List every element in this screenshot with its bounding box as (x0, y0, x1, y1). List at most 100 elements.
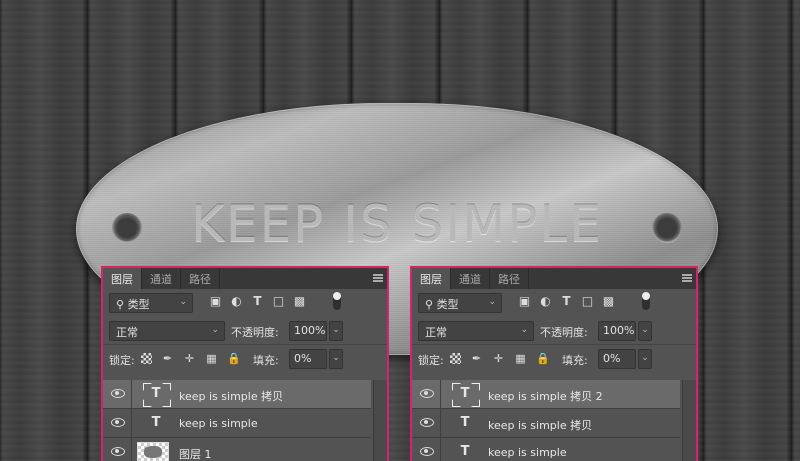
filter-toggle[interactable] (642, 292, 650, 310)
visibility-toggle[interactable] (412, 380, 441, 408)
tab-channels[interactable]: 通道 (451, 268, 490, 289)
eye-icon (111, 447, 125, 456)
visibility-toggle[interactable] (412, 438, 441, 461)
lock-transparent-icon[interactable] (141, 353, 152, 364)
lock-transparent-icon[interactable] (450, 353, 461, 364)
filter-type-dropdown[interactable]: ⚲ 类型 ⌄ (109, 293, 193, 313)
lock-image-icon[interactable]: ✒ (161, 352, 174, 365)
filter-row: ⚲ 类型 ⌄ ▣ ◐ T □ ▩ (412, 289, 696, 317)
opacity-field[interactable]: 100% (289, 321, 327, 341)
blend-row: 正常 ⌄ 不透明度: 100% ⌄ (103, 317, 387, 345)
chevron-down-icon: ⌄ (520, 325, 528, 335)
lock-position-icon[interactable]: ✛ (183, 352, 196, 365)
opacity-chevron-icon[interactable]: ⌄ (329, 321, 343, 341)
filter-type-dropdown[interactable]: ⚲ 类型 ⌄ (418, 293, 502, 313)
lock-icons: ✒ ✛ ▦ 🔒 (141, 352, 241, 365)
tab-channels[interactable]: 通道 (142, 268, 181, 289)
layer-name: keep is simple 拷贝 (488, 419, 593, 432)
filter-type-label: 类型 (127, 298, 150, 311)
layer-row[interactable]: T keep is simple 拷贝 (103, 380, 371, 409)
fill-field[interactable]: 0% (598, 349, 636, 369)
layers-scrollbar[interactable] (682, 380, 696, 461)
layer-row[interactable]: T keep is simple 拷贝 (412, 409, 680, 438)
tab-layers[interactable]: 图层 (412, 268, 451, 289)
lock-image-icon[interactable]: ✒ (470, 352, 483, 365)
text-layer-thumbnail-icon: T (151, 415, 161, 430)
adjustment-filter-icon[interactable]: ◐ (539, 295, 552, 308)
lock-icons: ✒ ✛ ▦ 🔒 (450, 352, 550, 365)
shape-filter-icon[interactable]: □ (272, 295, 285, 308)
image-layer-thumbnail (137, 442, 169, 461)
layer-row[interactable]: T keep is simple (103, 409, 371, 438)
eye-icon (111, 389, 125, 398)
filter-icons: ▣ ◐ T □ ▩ (518, 295, 615, 308)
fill-chevron-icon[interactable]: ⌄ (329, 349, 343, 369)
layer-row[interactable]: 图层 1 (103, 438, 371, 461)
opacity-label: 不透明度: (231, 326, 279, 339)
blend-mode-dropdown[interactable]: 正常 ⌄ (418, 321, 534, 341)
lock-position-icon[interactable]: ✛ (492, 352, 505, 365)
blend-mode-dropdown[interactable]: 正常 ⌄ (109, 321, 225, 341)
layer-row[interactable]: T keep is simple (412, 438, 680, 461)
layer-name: keep is simple (179, 417, 258, 430)
layer-name: 图层 1 (179, 448, 212, 461)
layers-panel-left: 图层 通道 路径 ⚲ 类型 ⌄ ▣ ◐ T □ ▩ 正常 ⌄ 不透明度: 100… (101, 266, 389, 461)
fill-field[interactable]: 0% (289, 349, 327, 369)
filter-type-label: 类型 (436, 298, 459, 311)
fill-chevron-icon[interactable]: ⌄ (638, 349, 652, 369)
search-icon: ⚲ (116, 298, 128, 311)
chevron-down-icon: ⌄ (179, 297, 187, 307)
panel-menu-icon[interactable] (373, 274, 383, 282)
opacity-chevron-icon[interactable]: ⌄ (638, 321, 652, 341)
text-layer-thumbnail-icon: T (460, 444, 470, 459)
text-layer-thumbnail-icon: T (452, 383, 478, 405)
lock-all-icon[interactable]: 🔒 (536, 352, 550, 365)
smart-object-filter-icon[interactable]: ▩ (293, 295, 306, 308)
blend-row: 正常 ⌄ 不透明度: 100% ⌄ (412, 317, 696, 345)
image-filter-icon[interactable]: ▣ (209, 295, 222, 308)
eye-icon (420, 418, 434, 427)
panel-menu-icon[interactable] (682, 274, 692, 282)
visibility-toggle[interactable] (103, 380, 132, 408)
visibility-toggle[interactable] (412, 409, 441, 437)
type-filter-icon[interactable]: T (251, 295, 264, 308)
opacity-label: 不透明度: (540, 326, 588, 339)
layer-name: keep is simple 拷贝 2 (488, 390, 603, 403)
lock-all-icon[interactable]: 🔒 (227, 352, 241, 365)
tab-layers[interactable]: 图层 (103, 268, 142, 289)
type-filter-icon[interactable]: T (560, 295, 573, 308)
filter-row: ⚲ 类型 ⌄ ▣ ◐ T □ ▩ (103, 289, 387, 317)
layers-list: T keep is simple 拷贝 T keep is simple 图层 … (103, 380, 371, 461)
filter-toggle[interactable] (333, 292, 341, 310)
visibility-toggle[interactable] (103, 409, 132, 437)
opacity-field[interactable]: 100% (598, 321, 636, 341)
fill-label: 填充: (253, 354, 279, 367)
tab-paths[interactable]: 路径 (490, 268, 529, 289)
eye-icon (111, 418, 125, 427)
panel-tabs: 图层 通道 路径 (103, 268, 387, 289)
tab-paths[interactable]: 路径 (181, 268, 220, 289)
blend-mode-value: 正常 (116, 326, 138, 339)
adjustment-filter-icon[interactable]: ◐ (230, 295, 243, 308)
chevron-down-icon: ⌄ (488, 297, 496, 307)
layers-panel-right: 图层 通道 路径 ⚲ 类型 ⌄ ▣ ◐ T □ ▩ 正常 ⌄ 不透明度: 100… (410, 266, 698, 461)
lock-label: 锁定: (109, 354, 135, 367)
smart-object-filter-icon[interactable]: ▩ (602, 295, 615, 308)
panel-tabs: 图层 通道 路径 (412, 268, 696, 289)
lock-row: 锁定: ✒ ✛ ▦ 🔒 填充: 0% ⌄ (412, 345, 696, 373)
lock-artboard-icon[interactable]: ▦ (514, 352, 527, 365)
layers-scrollbar[interactable] (373, 380, 387, 461)
visibility-toggle[interactable] (103, 438, 132, 461)
text-layer-thumbnail-icon: T (460, 415, 470, 430)
shape-filter-icon[interactable]: □ (581, 295, 594, 308)
layer-name: keep is simple 拷贝 (179, 390, 284, 403)
lock-row: 锁定: ✒ ✛ ▦ 🔒 填充: 0% ⌄ (103, 345, 387, 373)
filter-icons: ▣ ◐ T □ ▩ (209, 295, 306, 308)
lock-artboard-icon[interactable]: ▦ (205, 352, 218, 365)
layer-name: keep is simple (488, 446, 567, 459)
image-filter-icon[interactable]: ▣ (518, 295, 531, 308)
fill-label: 填充: (562, 354, 588, 367)
chevron-down-icon: ⌄ (211, 325, 219, 335)
eye-icon (420, 447, 434, 456)
layer-row[interactable]: T keep is simple 拷贝 2 (412, 380, 680, 409)
